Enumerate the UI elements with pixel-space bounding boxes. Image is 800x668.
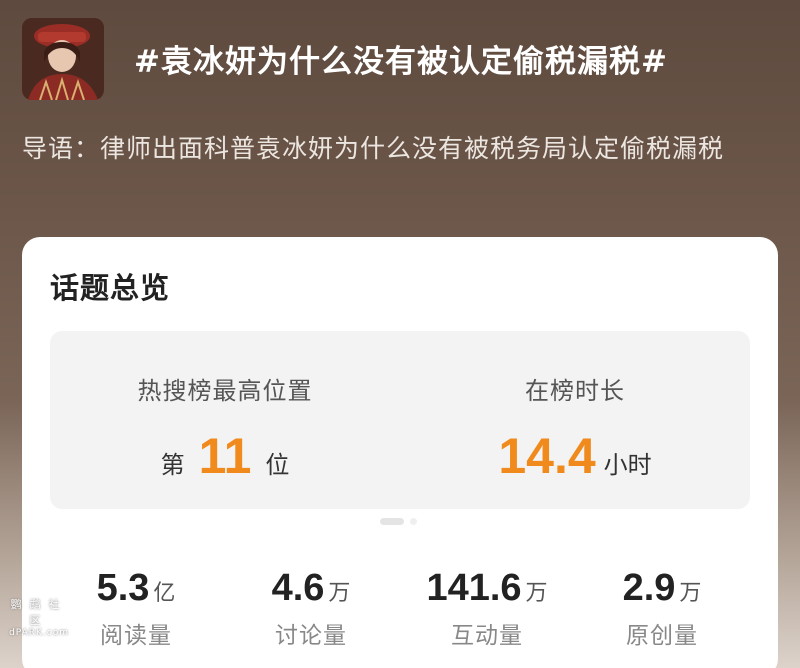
duration-stat: 在榜时长 14.4 小时 <box>400 331 750 509</box>
hot-rank-value: 11 <box>198 428 252 484</box>
hot-rank-label: 热搜榜最高位置 <box>137 377 313 405</box>
carousel-dot-active[interactable] <box>380 518 404 525</box>
hot-rank-suffix: 位 <box>265 451 290 479</box>
avatar[interactable] <box>22 18 104 100</box>
metric-value: 5.3 <box>96 567 150 609</box>
duration-value: 14.4 <box>498 428 596 484</box>
duration-label: 在榜时长 <box>525 377 625 405</box>
card-title: 话题总览 <box>50 271 171 305</box>
watermark-line2: dPARK.com <box>9 628 69 638</box>
metric-label: 阅读量 <box>100 623 172 649</box>
metric-unit: 万 <box>525 581 548 606</box>
topic-overview-card: 话题总览 热搜榜最高位置 第 11 位 在榜时长 14.4 小时 5.3 亿 阅… <box>22 237 778 668</box>
metric-unit: 亿 <box>153 581 176 606</box>
topic-title: #袁冰妍为什么没有被认定偷税漏税# <box>134 44 668 80</box>
duration-unit: 小时 <box>603 451 652 479</box>
metric-original: 2.9 万 原创量 <box>577 567 747 650</box>
metric-discuss: 4.6 万 讨论量 <box>226 567 396 650</box>
topic-header: #袁冰妍为什么没有被认定偷税漏税# 导语：律师出面科普袁冰妍为什么没有被税务局认… <box>0 0 800 235</box>
avatar-photo-icon <box>22 18 104 100</box>
topic-intro: 导语：律师出面科普袁冰妍为什么没有被税务局认定偷税漏税 <box>22 134 725 163</box>
metric-unit: 万 <box>679 581 702 606</box>
carousel-indicator[interactable] <box>380 518 417 525</box>
metric-value: 2.9 <box>622 567 676 609</box>
site-watermark: 鹦鹉社区 dPARK.com <box>4 596 74 638</box>
hot-rank-prefix: 第 <box>160 451 185 479</box>
carousel-dot[interactable] <box>410 518 417 525</box>
metric-label: 讨论量 <box>275 623 347 649</box>
metric-label: 互动量 <box>451 623 523 649</box>
metric-unit: 万 <box>328 581 351 606</box>
metric-value: 4.6 <box>271 567 325 609</box>
metric-label: 原创量 <box>626 623 698 649</box>
watermark-line1: 鹦鹉社区 <box>10 598 68 627</box>
ranking-stats-panel[interactable]: 热搜榜最高位置 第 11 位 在榜时长 14.4 小时 <box>50 331 750 509</box>
metric-interact: 141.6 万 互动量 <box>402 567 572 650</box>
metrics-row: 5.3 亿 阅读量 4.6 万 讨论量 141.6 万 互动量 2.9 万 原创… <box>22 567 778 657</box>
hot-rank-stat: 热搜榜最高位置 第 11 位 <box>50 331 400 509</box>
metric-read: 5.3 亿 阅读量 <box>51 567 221 650</box>
metric-value: 141.6 <box>426 567 522 609</box>
